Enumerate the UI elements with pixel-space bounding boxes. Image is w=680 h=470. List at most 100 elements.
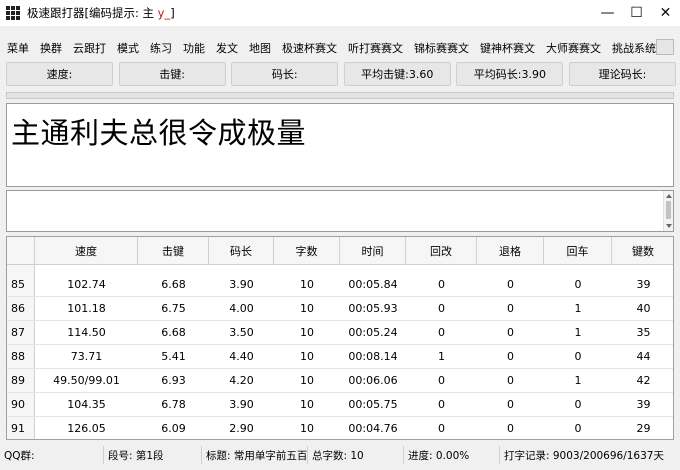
title-bar: 极速跟打器[编码提示: 主 y_] — ☐ ✕ <box>0 0 680 26</box>
menu-item-10[interactable]: 锦标赛赛文 <box>414 40 469 56</box>
input-scrollbar[interactable] <box>663 191 673 231</box>
table-cell: 4.40 <box>229 350 254 363</box>
app-grid-icon[interactable] <box>6 6 20 20</box>
table-row[interactable]: 91 126.05 6.09 2.90 10 00:04.76 0 0 0 29 <box>7 417 673 439</box>
scroll-up-icon[interactable] <box>666 194 672 198</box>
table-row[interactable]: 89 49.50/99.01 6.93 4.20 10 00:06.06 0 0 1 42 <box>7 369 673 393</box>
table-cell: 39 <box>636 278 651 291</box>
table-cell: 40 <box>636 302 651 315</box>
scroll-thumb[interactable] <box>666 201 671 219</box>
menu-item-4[interactable]: 练习 <box>150 40 172 56</box>
menu-item-13[interactable]: 挑战系统 <box>612 40 656 56</box>
menu-item-11[interactable]: 键神杯赛文 <box>480 40 535 56</box>
table-cell: 10 <box>300 374 314 387</box>
table-row[interactable]: 90 104.35 6.78 3.90 10 00:05.75 0 0 0 39 <box>7 393 673 417</box>
menu-item-12[interactable]: 大师赛赛文 <box>546 40 601 56</box>
table-row[interactable]: 87 114.50 6.68 3.50 10 00:05.24 0 0 1 35 <box>7 321 673 345</box>
table-cell: 00:06.06 <box>348 374 398 387</box>
column-header-3[interactable]: 字数 <box>274 237 340 265</box>
table-row[interactable]: 88 73.71 5.41 4.40 10 00:08.14 1 0 0 44 <box>7 345 673 369</box>
row-index: 85 <box>7 273 35 296</box>
stats-bar: 速度: 击键: 码长: 平均击键:3.60 平均码长:3.90 理论码长: <box>6 62 676 86</box>
table-cell: 10 <box>300 350 314 363</box>
row-index: 90 <box>7 393 35 416</box>
menu-item-7[interactable]: 地图 <box>249 40 271 56</box>
menu-item-8[interactable]: 极速杯赛文 <box>282 40 337 56</box>
article-display[interactable]: 主通利夫总很令成极量 <box>6 103 674 187</box>
column-header-5[interactable]: 回改 <box>406 237 477 265</box>
table-cell: 114.50 <box>67 326 106 339</box>
table-cell: 2.90 <box>229 422 254 435</box>
code-length-button[interactable]: 码长: <box>231 62 339 86</box>
menu-item-3[interactable]: 模式 <box>117 40 139 56</box>
table-row-header-gap <box>7 265 35 273</box>
table-cell: 0 <box>507 326 514 339</box>
table-cell: 00:05.84 <box>348 278 398 291</box>
speed-button[interactable]: 速度: <box>6 62 113 86</box>
table-cell: 0 <box>507 278 514 291</box>
results-table: 速度 击键 码长 字数 时间 回改 退格 回车 键数 85 102.74 6.68 3.90 10 00:… <box>6 236 674 440</box>
column-header-1[interactable]: 击键 <box>138 237 209 265</box>
scroll-down-icon[interactable] <box>666 224 672 228</box>
typing-progress-bar <box>6 92 674 99</box>
row-index: 88 <box>7 345 35 368</box>
table-cell: 102.74 <box>67 278 106 291</box>
table-cell: 00:05.75 <box>348 398 398 411</box>
code-hint: y_ <box>157 6 171 20</box>
status-progress: 进度: 0.00% <box>404 446 500 464</box>
keystroke-button[interactable]: 击键: <box>118 62 226 86</box>
status-typing-record: 打字记录: 9003/200696/1637天 <box>504 449 664 462</box>
status-total-chars: 总字数: 10 <box>308 446 404 464</box>
menu-item-1[interactable]: 换群 <box>40 40 62 56</box>
column-header-8[interactable]: 键数 <box>612 237 673 265</box>
typing-input[interactable] <box>6 190 674 232</box>
menu-bar: 菜单 换群 云跟打 模式 练习 功能 发文 地图 极速杯赛文 听打赛赛文 锦标赛赛文 键神杯赛文 大师赛… <box>0 38 680 58</box>
avg-keystroke-button[interactable]: 平均击键:3.60 <box>343 62 451 86</box>
table-cell: 49.50/99.01 <box>53 374 120 387</box>
window-title: 极速跟打器[编码提示: 主 y_] <box>27 6 175 20</box>
menu-overflow-button[interactable] <box>656 39 674 55</box>
table-cell: 6.68 <box>161 278 186 291</box>
column-header-2[interactable]: 码长 <box>209 237 274 265</box>
minimize-icon[interactable]: — <box>593 0 622 26</box>
theory-code-length-button[interactable]: 理论码长: <box>568 62 676 86</box>
table-cell: 0 <box>574 422 582 435</box>
table-cell: 3.90 <box>229 398 254 411</box>
table-cell: 6.68 <box>161 326 186 339</box>
close-icon[interactable]: ✕ <box>651 0 680 26</box>
table-cell: 10 <box>300 302 314 315</box>
menu-item-6[interactable]: 发文 <box>216 40 238 56</box>
table-cell: 0 <box>507 302 514 315</box>
table-cell: 4.20 <box>229 374 254 387</box>
table-row[interactable]: 85 102.74 6.68 3.90 10 00:05.84 0 0 0 39 <box>7 273 673 297</box>
table-cell: 0 <box>438 422 445 435</box>
column-header-4[interactable]: 时间 <box>340 237 406 265</box>
menu-item-5[interactable]: 功能 <box>183 40 205 56</box>
table-cell: 0 <box>438 278 445 291</box>
table-cell: 10 <box>300 398 314 411</box>
table-cell: 6.09 <box>161 422 186 435</box>
table-cell: 00:04.76 <box>348 422 398 435</box>
column-header-6[interactable]: 退格 <box>477 237 544 265</box>
table-cell: 29 <box>636 422 651 435</box>
table-row[interactable]: 86 101.18 6.75 4.00 10 00:05.93 0 0 1 40 <box>7 297 673 321</box>
menu-item-9[interactable]: 听打赛赛文 <box>348 40 403 56</box>
table-cell: 0 <box>438 302 445 315</box>
table-body: 85 102.74 6.68 3.90 10 00:05.84 0 0 0 39 86 101.18 6… <box>7 273 673 439</box>
table-cell: 104.35 <box>67 398 106 411</box>
menu-item-0[interactable]: 菜单 <box>7 40 29 56</box>
column-header-0[interactable]: 速度 <box>35 237 138 265</box>
table-cell: 1 <box>574 326 582 339</box>
column-header-7[interactable]: 回车 <box>544 237 612 265</box>
table-cell: 0 <box>574 278 582 291</box>
maximize-icon[interactable]: ☐ <box>622 0 651 26</box>
table-cell: 00:08.14 <box>348 350 398 363</box>
table-cell: 35 <box>636 326 651 339</box>
avg-code-length-button[interactable]: 平均码长:3.90 <box>456 62 564 86</box>
status-title: 标题: 常用单字前五百 <box>202 446 308 464</box>
article-text: 主通利夫总很令成极量 <box>11 116 307 150</box>
table-cell: 4.00 <box>229 302 254 315</box>
table-cell: 0 <box>574 398 582 411</box>
menu-item-2[interactable]: 云跟打 <box>73 40 106 56</box>
table-cell: 0 <box>574 350 582 363</box>
